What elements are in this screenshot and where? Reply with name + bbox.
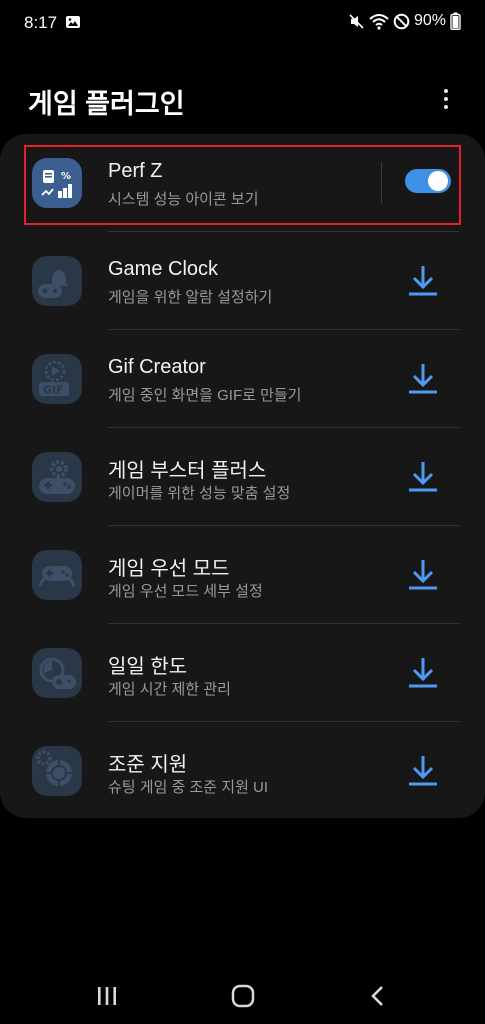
do-not-disturb-icon bbox=[393, 13, 410, 29]
svg-text:GIF: GIF bbox=[43, 384, 64, 397]
plugin-title: Game Clock bbox=[108, 258, 219, 280]
more-vert-icon bbox=[444, 89, 448, 93]
gallery-icon bbox=[66, 16, 80, 28]
recent-apps-icon[interactable] bbox=[96, 986, 118, 1006]
download-icon[interactable] bbox=[400, 750, 446, 794]
battery-percent: 90% bbox=[413, 12, 446, 29]
gif-icon: GIF bbox=[32, 354, 82, 404]
back-icon[interactable] bbox=[370, 985, 386, 1007]
more-options-button[interactable] bbox=[432, 83, 460, 115]
plugin-list-card: % Perf Z 시스템 성능 아이콘 보기 Game Clock 게임을 위한… bbox=[0, 134, 485, 818]
plugin-title: 일일 한도 bbox=[108, 656, 188, 678]
plugin-subtitle: 게임 우선 모드 세부 설정 bbox=[108, 583, 263, 600]
plugin-subtitle: 게임 중인 화면을 GIF로 만들기 bbox=[108, 387, 302, 404]
list-item-daily-limit[interactable]: 일일 한도 게임 시간 제한 관리 bbox=[0, 624, 485, 722]
list-item-game-priority-mode[interactable]: 게임 우선 모드 게임 우선 모드 세부 설정 bbox=[0, 526, 485, 624]
status-bar: 8:17 90% bbox=[0, 0, 485, 48]
list-item-gif-creator[interactable]: GIF Gif Creator 게임 중인 화면을 GIF로 만들기 bbox=[0, 330, 485, 428]
gamepad-icon bbox=[32, 550, 82, 600]
status-icons: 90% bbox=[348, 12, 461, 30]
wifi-icon bbox=[369, 13, 389, 30]
mute-icon bbox=[349, 13, 364, 29]
timer-gamepad-icon bbox=[32, 648, 82, 698]
crosshair-icon bbox=[32, 746, 82, 796]
status-time: 8:17 bbox=[24, 13, 58, 32]
navigation-bar bbox=[0, 968, 485, 1024]
plugin-subtitle: 게임 시간 제한 관리 bbox=[108, 681, 231, 698]
list-item-game-booster-plus[interactable]: 게임 부스터 플러스 게이머를 위한 성능 맞춤 설정 bbox=[0, 428, 485, 526]
plugin-title: 게임 우선 모드 bbox=[108, 558, 230, 580]
plugin-subtitle: 게임을 위한 알람 설정하기 bbox=[108, 289, 273, 306]
download-icon[interactable] bbox=[400, 652, 446, 696]
download-icon[interactable] bbox=[400, 358, 446, 402]
battery-icon bbox=[450, 12, 461, 30]
gear-gamepad-icon bbox=[32, 452, 82, 502]
highlight-box bbox=[24, 145, 461, 225]
download-icon[interactable] bbox=[400, 456, 446, 500]
page-title: 게임 플러그인 bbox=[28, 89, 185, 119]
plugin-title: 게임 부스터 플러스 bbox=[108, 460, 267, 482]
plugin-title: 조준 지원 bbox=[108, 754, 188, 776]
home-icon[interactable] bbox=[231, 984, 255, 1008]
download-icon[interactable] bbox=[400, 260, 446, 304]
list-item-game-clock[interactable]: Game Clock 게임을 위한 알람 설정하기 bbox=[0, 232, 485, 330]
plugin-subtitle: 게이머를 위한 성능 맞춤 설정 bbox=[108, 485, 291, 502]
plugin-title: Gif Creator bbox=[108, 356, 206, 378]
alarm-gamepad-icon bbox=[32, 256, 82, 306]
download-icon[interactable] bbox=[400, 554, 446, 598]
plugin-subtitle: 슈팅 게임 중 조준 지원 UI bbox=[108, 779, 269, 796]
list-item-aim-assist[interactable]: 조준 지원 슈팅 게임 중 조준 지원 UI bbox=[0, 722, 485, 820]
